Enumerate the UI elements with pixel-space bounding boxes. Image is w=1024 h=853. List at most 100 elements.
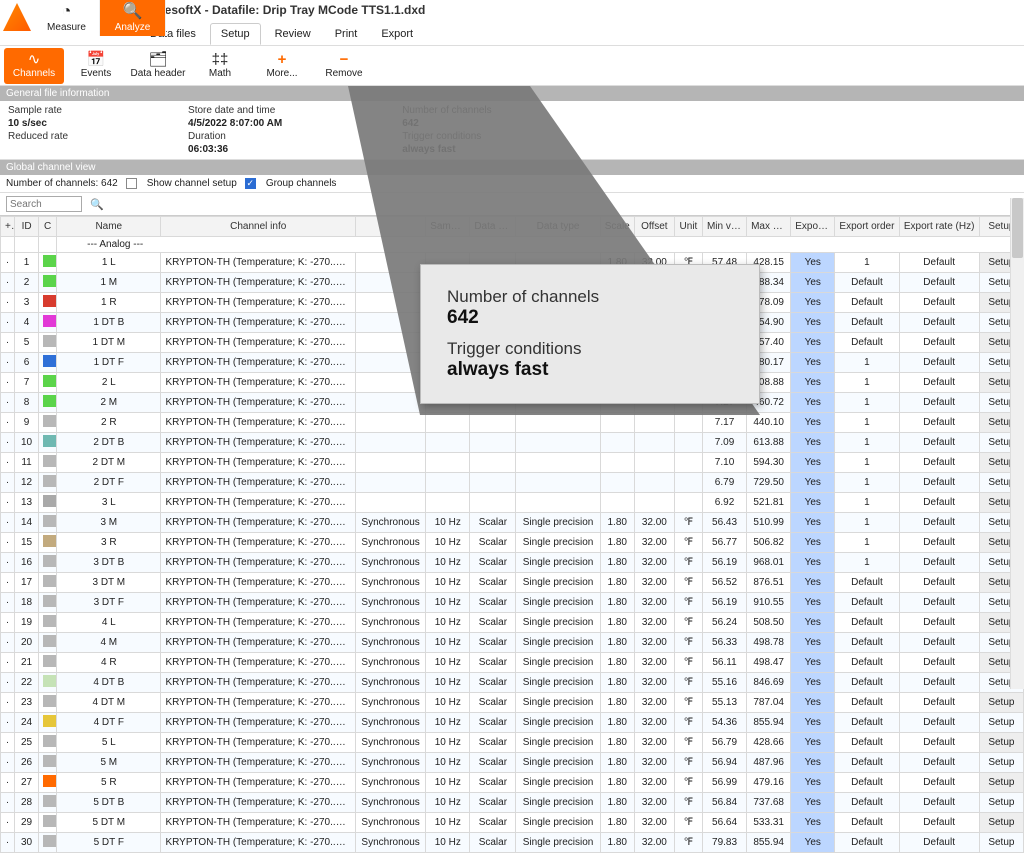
col-max-va-[interactable]: Max va…: [747, 217, 791, 237]
menu-review[interactable]: Review: [265, 24, 321, 44]
exported-cell[interactable]: Yes: [791, 793, 835, 813]
table-row[interactable]: ·275 RKRYPTON-TH (Temperature; K: -270..…: [1, 773, 1024, 793]
color-cell[interactable]: [39, 733, 57, 753]
color-cell[interactable]: [39, 713, 57, 733]
color-cell[interactable]: [39, 693, 57, 713]
expand-cell[interactable]: ·: [1, 653, 15, 673]
table-row[interactable]: ·153 RKRYPTON-TH (Temperature; K: -270..…: [1, 533, 1024, 553]
col--[interactable]: +: [1, 217, 15, 237]
exported-cell[interactable]: Yes: [791, 813, 835, 833]
table-row[interactable]: ·305 DT FKRYPTON-TH (Temperature; K: -27…: [1, 833, 1024, 853]
setup-button[interactable]: Setup: [979, 693, 1023, 713]
group-channels-checkbox[interactable]: ✓: [245, 178, 256, 189]
color-cell[interactable]: [39, 373, 57, 393]
color-cell[interactable]: [39, 753, 57, 773]
expand-cell[interactable]: ·: [1, 473, 15, 493]
exported-cell[interactable]: Yes: [791, 653, 835, 673]
expand-cell[interactable]: ·: [1, 433, 15, 453]
table-row[interactable]: ·92 RKRYPTON-TH (Temperature; K: -270..1…: [1, 413, 1024, 433]
expand-cell[interactable]: ·: [1, 373, 15, 393]
vertical-scrollbar[interactable]: [1010, 198, 1024, 689]
table-row[interactable]: ·214 RKRYPTON-TH (Temperature; K: -270..…: [1, 653, 1024, 673]
expand-cell[interactable]: ·: [1, 393, 15, 413]
search-icon[interactable]: 🔍: [90, 198, 104, 211]
exported-cell[interactable]: Yes: [791, 733, 835, 753]
table-row[interactable]: ·133 LKRYPTON-TH (Temperature; K: -270..…: [1, 493, 1024, 513]
exported-cell[interactable]: Yes: [791, 313, 835, 333]
col-c[interactable]: C: [39, 217, 57, 237]
table-row[interactable]: ·295 DT MKRYPTON-TH (Temperature; K: -27…: [1, 813, 1024, 833]
table-row[interactable]: ·143 MKRYPTON-TH (Temperature; K: -270..…: [1, 513, 1024, 533]
expand-cell[interactable]: ·: [1, 293, 15, 313]
exported-cell[interactable]: Yes: [791, 493, 835, 513]
col-exported[interactable]: Exported: [791, 217, 835, 237]
exported-cell[interactable]: Yes: [791, 293, 835, 313]
color-cell[interactable]: [39, 573, 57, 593]
expand-cell[interactable]: ·: [1, 253, 15, 273]
table-row[interactable]: ·285 DT BKRYPTON-TH (Temperature; K: -27…: [1, 793, 1024, 813]
measure-mode-button[interactable]: ◔Measure: [34, 0, 100, 36]
remove-button[interactable]: −Remove: [314, 48, 374, 84]
analyze-mode-button[interactable]: 🔍Analyze: [100, 0, 166, 36]
expand-cell[interactable]: ·: [1, 533, 15, 553]
col-name[interactable]: Name: [57, 217, 161, 237]
exported-cell[interactable]: Yes: [791, 513, 835, 533]
exported-cell[interactable]: Yes: [791, 473, 835, 493]
color-cell[interactable]: [39, 473, 57, 493]
setup-button[interactable]: Setup: [979, 833, 1023, 853]
table-row[interactable]: ·255 LKRYPTON-TH (Temperature; K: -270..…: [1, 733, 1024, 753]
expand-cell[interactable]: ·: [1, 833, 15, 853]
expand-cell[interactable]: ·: [1, 733, 15, 753]
col-sample-rate[interactable]: Sample rate: [426, 217, 470, 237]
channels-button[interactable]: ∿Channels: [4, 48, 64, 84]
color-cell[interactable]: [39, 393, 57, 413]
table-row[interactable]: ·224 DT BKRYPTON-TH (Temperature; K: -27…: [1, 673, 1024, 693]
color-cell[interactable]: [39, 353, 57, 373]
events-button[interactable]: 📅Events: [66, 48, 126, 84]
exported-cell[interactable]: Yes: [791, 633, 835, 653]
color-cell[interactable]: [39, 413, 57, 433]
setup-button[interactable]: Setup: [979, 773, 1023, 793]
color-cell[interactable]: [39, 593, 57, 613]
exported-cell[interactable]: Yes: [791, 353, 835, 373]
exported-cell[interactable]: Yes: [791, 613, 835, 633]
expand-cell[interactable]: ·: [1, 333, 15, 353]
expand-cell[interactable]: ·: [1, 493, 15, 513]
color-cell[interactable]: [39, 533, 57, 553]
exported-cell[interactable]: Yes: [791, 593, 835, 613]
expand-cell[interactable]: ·: [1, 313, 15, 333]
expand-cell[interactable]: ·: [1, 813, 15, 833]
col-id[interactable]: ID: [15, 217, 39, 237]
col-blank[interactable]: [356, 217, 426, 237]
table-row[interactable]: ·183 DT FKRYPTON-TH (Temperature; K: -27…: [1, 593, 1024, 613]
color-cell[interactable]: [39, 833, 57, 853]
col-scale[interactable]: Scale: [600, 217, 634, 237]
color-cell[interactable]: [39, 793, 57, 813]
col-data-type[interactable]: Data type: [516, 217, 600, 237]
menu-setup[interactable]: Setup: [210, 23, 261, 45]
expand-cell[interactable]: ·: [1, 673, 15, 693]
expand-cell[interactable]: ·: [1, 413, 15, 433]
col-channel-info[interactable]: Channel info: [161, 217, 356, 237]
exported-cell[interactable]: Yes: [791, 753, 835, 773]
data-header-button[interactable]: 🗂Data header: [128, 48, 188, 84]
col-export-order[interactable]: Export order: [835, 217, 899, 237]
scrollbar-thumb[interactable]: [1012, 198, 1023, 258]
menu-export[interactable]: Export: [371, 24, 423, 44]
show-setup-checkbox[interactable]: [126, 178, 137, 189]
expand-cell[interactable]: ·: [1, 693, 15, 713]
color-cell[interactable]: [39, 433, 57, 453]
exported-cell[interactable]: Yes: [791, 673, 835, 693]
table-row[interactable]: ·265 MKRYPTON-TH (Temperature; K: -270..…: [1, 753, 1024, 773]
exported-cell[interactable]: Yes: [791, 273, 835, 293]
setup-button[interactable]: Setup: [979, 793, 1023, 813]
table-row[interactable]: ·173 DT MKRYPTON-TH (Temperature; K: -27…: [1, 573, 1024, 593]
expand-cell[interactable]: ·: [1, 573, 15, 593]
exported-cell[interactable]: Yes: [791, 333, 835, 353]
table-row[interactable]: ·102 DT BKRYPTON-TH (Temperature; K: -27…: [1, 433, 1024, 453]
expand-cell[interactable]: ·: [1, 753, 15, 773]
more-button[interactable]: +More...: [252, 48, 312, 84]
expand-cell[interactable]: ·: [1, 513, 15, 533]
color-cell[interactable]: [39, 513, 57, 533]
expand-cell[interactable]: ·: [1, 633, 15, 653]
